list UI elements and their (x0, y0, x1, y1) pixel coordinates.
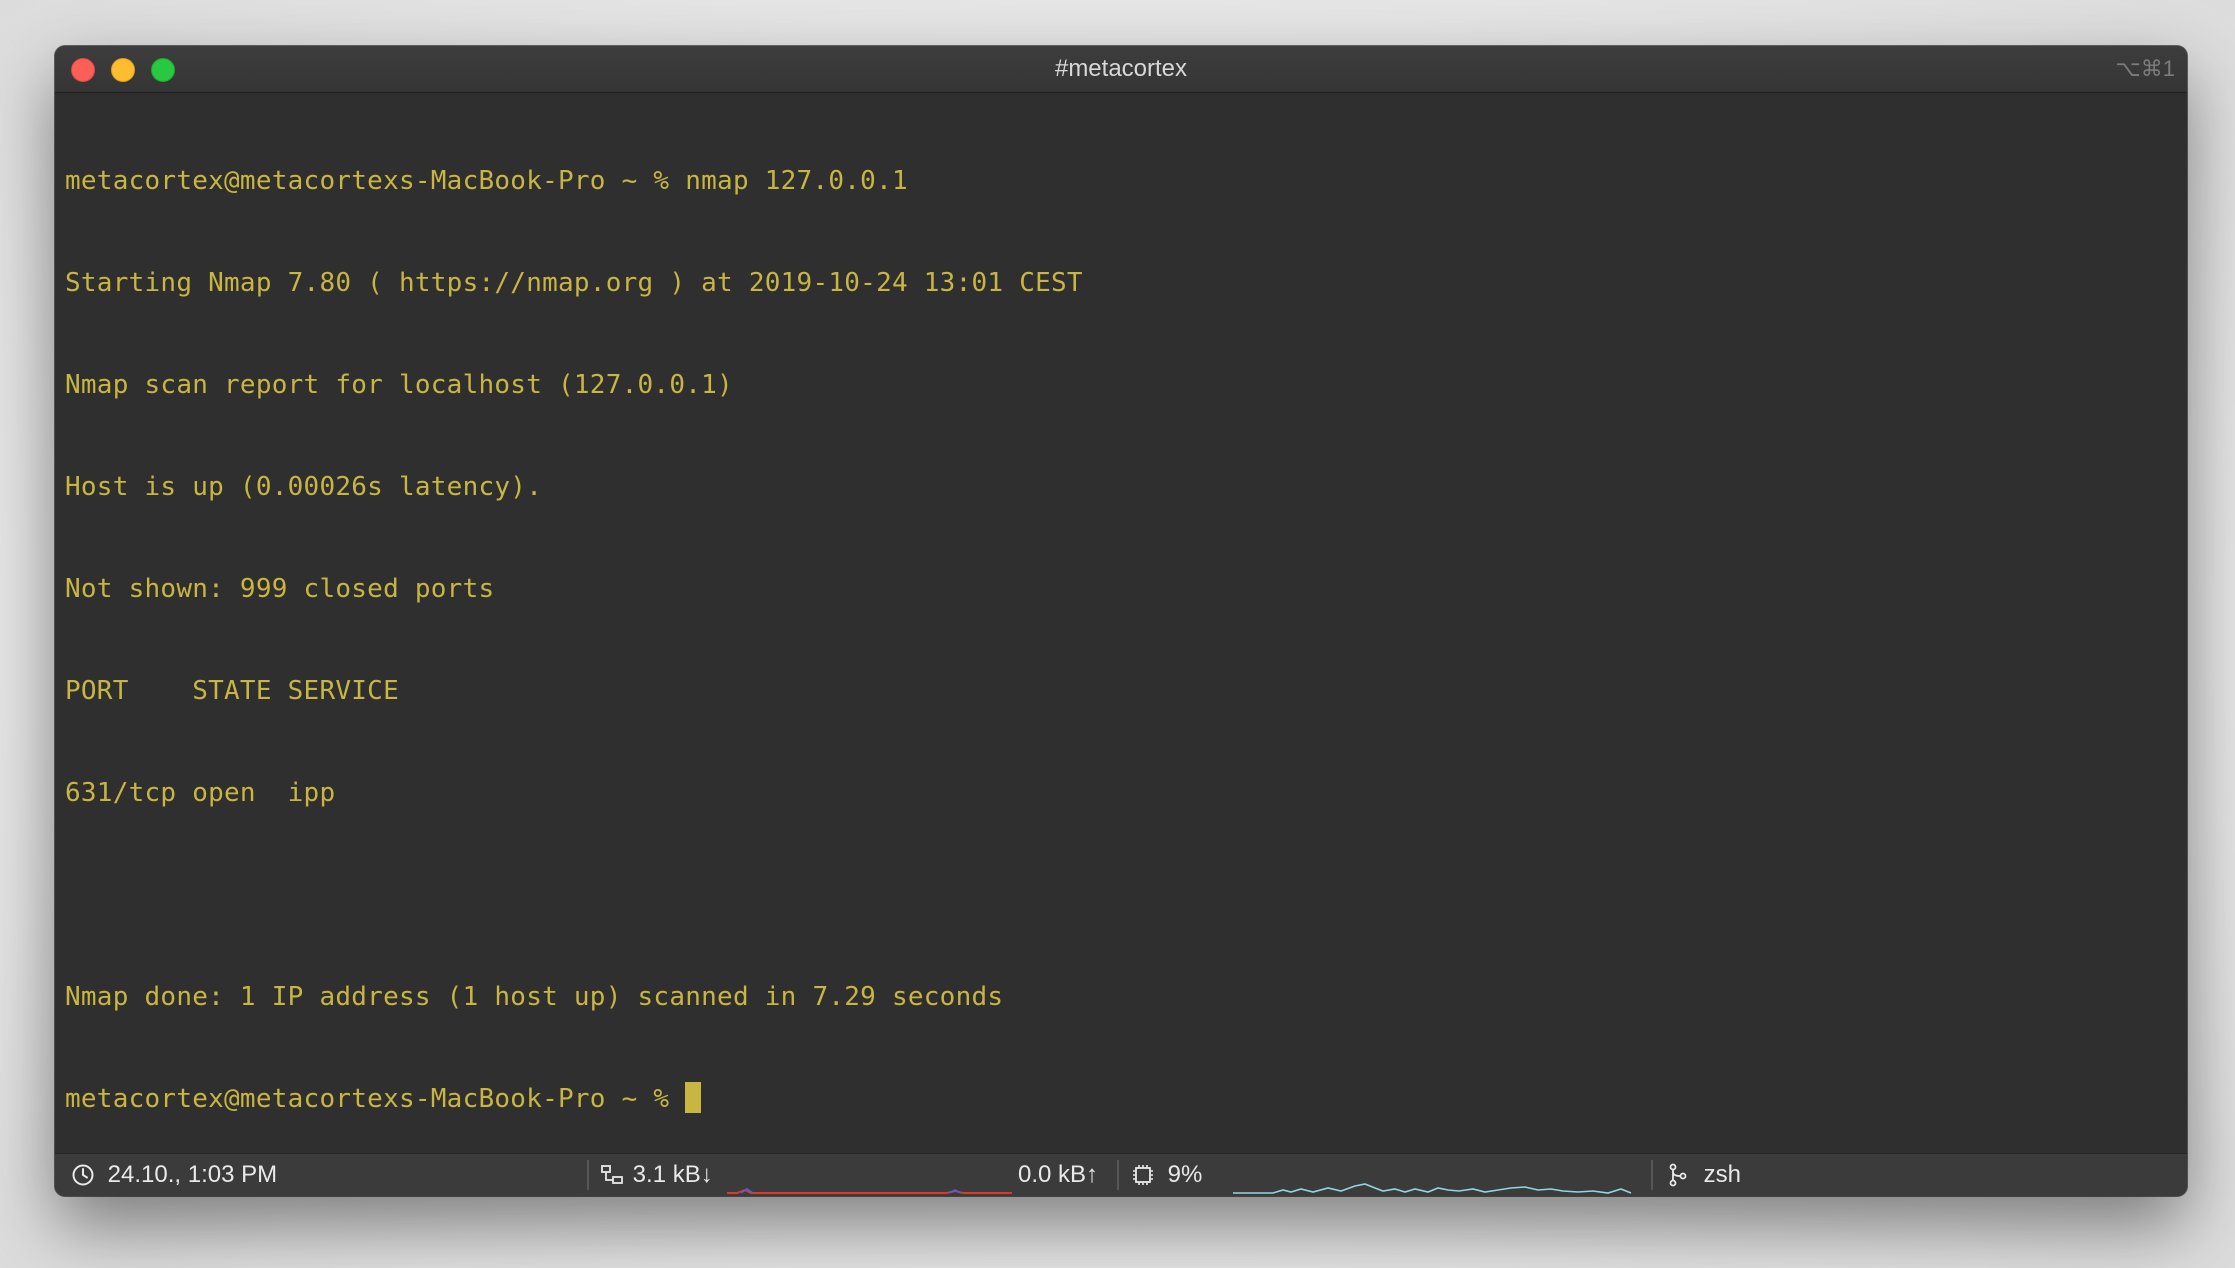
network-upload-component[interactable]: 0.0 kB↑ (1018, 1154, 1098, 1196)
network-component[interactable]: 3.1 kB↓ (600, 1154, 713, 1196)
status-divider (1117, 1160, 1119, 1190)
status-bar: 24.10., 1:03 PM 3.1 kB↓ 0.0 kB↑ 9% zsh (55, 1153, 2187, 1196)
clock-component[interactable]: 24.10., 1:03 PM (71, 1154, 277, 1196)
clock-text: 24.10., 1:03 PM (107, 1161, 278, 1188)
job-component[interactable]: zsh (1667, 1154, 1741, 1196)
cpu-usage: 9% (1167, 1161, 1203, 1188)
job-name: zsh (1703, 1161, 1742, 1188)
terminal-window[interactable]: #metacortex ⌥⌘1 metacortex@metacortexs-M… (55, 46, 2187, 1196)
terminal-line: Nmap scan report for localhost (127.0.0.… (65, 370, 733, 400)
network-upload: 0.0 kB↑ (1018, 1161, 1099, 1188)
terminal-line: Nmap done: 1 IP address (1 host up) scan… (65, 982, 1004, 1012)
network-download: 3.1 kB↓ (632, 1161, 713, 1188)
terminal-line: Not shown: 999 closed ports (65, 574, 495, 604)
clock-icon (72, 1164, 94, 1186)
terminal-line: metacortex@metacortexs-MacBook-Pro ~ % n… (65, 166, 908, 196)
cpu-graph (1233, 1183, 1632, 1194)
cpu-icon (1133, 1165, 1153, 1185)
terminal-line: Host is up (0.00026s latency). (65, 472, 543, 502)
terminal-line: PORT STATE SERVICE (65, 676, 399, 706)
terminal-line: 631/tcp open ipp (65, 778, 336, 808)
title-bar[interactable]: #metacortex ⌥⌘1 (55, 46, 2187, 93)
window-title: #metacortex (1054, 55, 1188, 82)
cpu-component[interactable]: 9% (1131, 1154, 1202, 1196)
shell-prompt: metacortex@metacortexs-MacBook-Pro ~ % (65, 1084, 686, 1114)
terminal-line: Starting Nmap 7.80 ( https://nmap.org ) … (65, 268, 1083, 298)
network-icon (601, 1165, 623, 1184)
status-divider (1651, 1160, 1653, 1190)
text-cursor (685, 1082, 702, 1113)
status-divider (587, 1160, 589, 1190)
network-graph (727, 1188, 1012, 1194)
window-shortcut: ⌥⌘1 (2115, 56, 2175, 81)
terminal-output[interactable]: metacortex@metacortexs-MacBook-Pro ~ % n… (65, 96, 2177, 1154)
job-icon (1669, 1163, 1687, 1187)
desktop-background: #metacortex ⌥⌘1 metacortex@metacortexs-M… (0, 0, 2235, 1268)
prompt-line[interactable]: metacortex@metacortexs-MacBook-Pro ~ % (65, 1082, 2177, 1116)
